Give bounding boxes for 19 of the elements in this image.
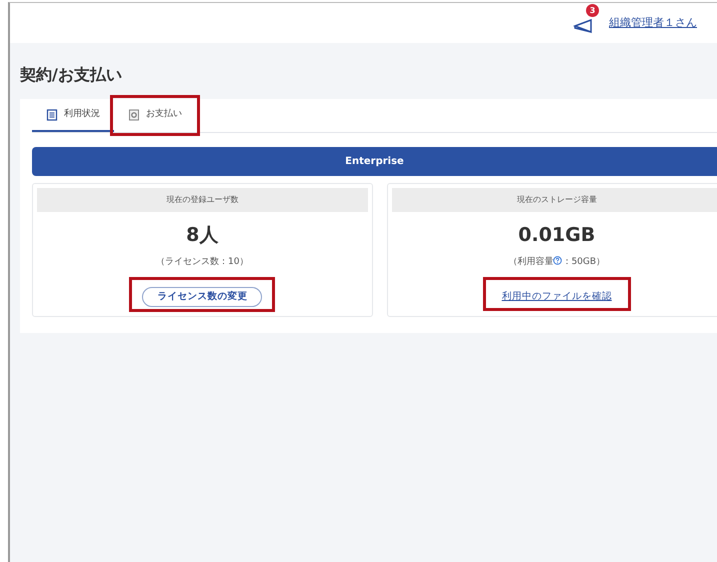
document-icon	[128, 108, 140, 120]
card-heading: 現在の登録ユーザ数	[37, 188, 368, 212]
megaphone-icon[interactable]	[573, 18, 595, 34]
stat-note: （利用容量	[508, 256, 554, 269]
stat-note: （ライセンス数：10）	[156, 256, 248, 269]
user-link[interactable]: 組織管理者１さん	[609, 14, 697, 32]
help-icon[interactable]	[553, 256, 562, 265]
tab[interactable]: お支払い	[114, 99, 196, 132]
tab[interactable]: 利用状況	[32, 99, 114, 132]
notification-badge: 3	[586, 4, 599, 17]
page-title: 契約/お支払い	[20, 64, 123, 86]
stat-value: 8人	[185, 224, 220, 247]
card-heading: 現在のストレージ容量	[392, 188, 717, 212]
files-link[interactable]: 利用中のファイルを確認	[496, 288, 618, 306]
stat-value: 0.01GB	[517, 224, 596, 247]
change-license-button[interactable]: ライセンス数の変更	[142, 286, 262, 308]
stat-note: ：50GB）	[562, 256, 606, 269]
plan-banner: Enterprise	[32, 147, 717, 176]
list-icon	[46, 108, 58, 120]
